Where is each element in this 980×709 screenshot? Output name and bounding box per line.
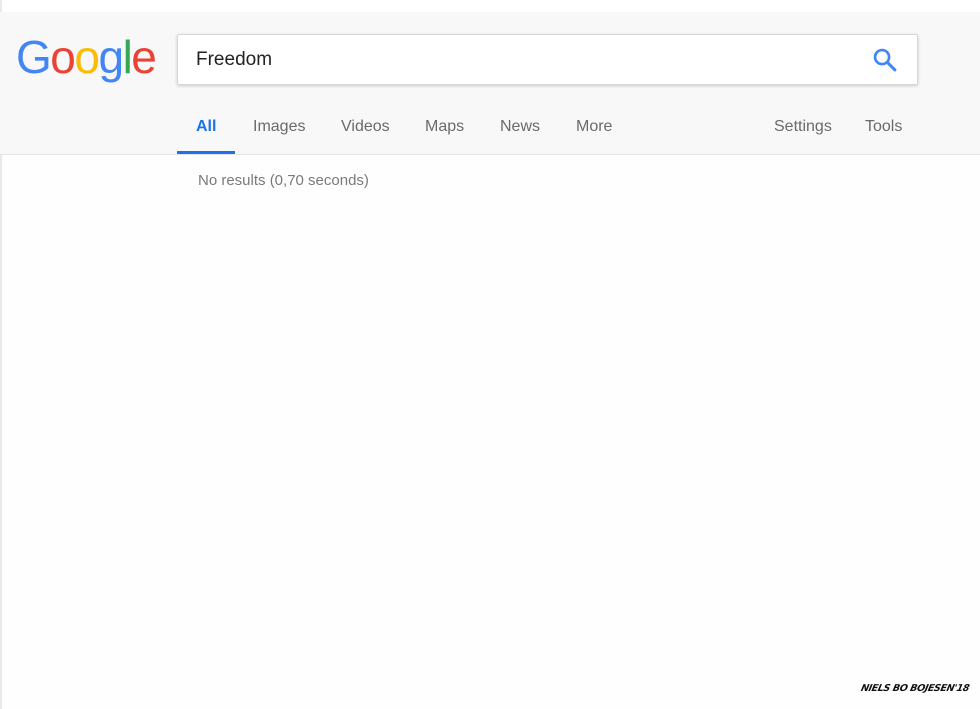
page: Google All Images Videos Maps News More … [0,0,980,709]
tab-settings[interactable]: Settings [774,118,832,136]
logo-letter: G [16,31,52,83]
artist-signature: NIELS BO BOJESEN'18 [859,683,971,694]
logo-letter: e [131,31,157,83]
logo-letter: g [98,31,124,83]
search-box [177,34,918,85]
logo-letter: o [50,31,76,83]
tab-images[interactable]: Images [253,118,305,136]
top-strip [0,0,980,12]
search-icon [873,48,897,72]
logo-letter: l [122,31,133,83]
active-tab-indicator [177,151,235,154]
logo-letter: o [74,31,100,83]
tab-videos[interactable]: Videos [341,118,390,136]
tab-more[interactable]: More [576,118,612,136]
tab-news[interactable]: News [500,118,540,136]
search-button[interactable] [871,46,899,74]
tab-maps[interactable]: Maps [425,118,464,136]
search-input[interactable] [196,35,836,84]
google-logo[interactable]: Google [16,31,157,83]
tab-all[interactable]: All [196,118,216,136]
tab-tools[interactable]: Tools [865,118,902,136]
result-stats: No results (0,70 seconds) [198,172,369,189]
search-header: Google All Images Videos Maps News More … [0,12,980,155]
